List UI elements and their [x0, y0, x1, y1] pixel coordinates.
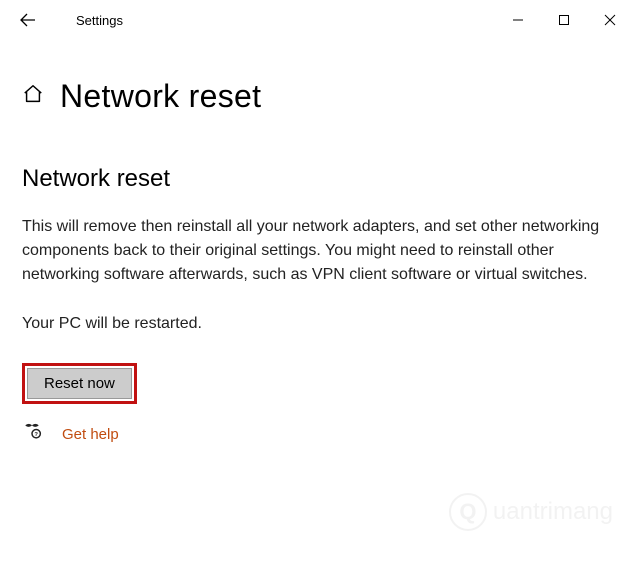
- close-icon: [604, 14, 616, 26]
- help-icon: ?: [22, 422, 42, 447]
- minimize-icon: [512, 14, 524, 26]
- reset-now-button[interactable]: Reset now: [27, 368, 132, 399]
- page-header: Network reset: [22, 78, 633, 115]
- back-button[interactable]: [8, 0, 48, 40]
- close-button[interactable]: [587, 0, 633, 40]
- minimize-button[interactable]: [495, 0, 541, 40]
- help-row: ? Get help: [22, 422, 609, 447]
- description-text: This will remove then reinstall all your…: [22, 215, 609, 287]
- maximize-icon: [558, 14, 570, 26]
- restart-note: Your PC will be restarted.: [22, 315, 609, 333]
- home-icon[interactable]: [22, 83, 44, 110]
- svg-text:?: ?: [34, 432, 38, 438]
- window-title: Settings: [76, 13, 123, 28]
- watermark-text: uantrimang: [493, 498, 613, 526]
- maximize-button[interactable]: [541, 0, 587, 40]
- titlebar: Settings: [0, 0, 633, 40]
- page-title: Network reset: [60, 78, 261, 115]
- window-controls: [495, 0, 633, 40]
- get-help-link[interactable]: Get help: [62, 426, 119, 443]
- arrow-left-icon: [19, 11, 37, 29]
- watermark-logo-icon: Q: [449, 493, 487, 531]
- content-area: Network reset This will remove then rein…: [0, 115, 633, 447]
- reset-highlight: Reset now: [22, 363, 137, 404]
- watermark: Q uantrimang: [449, 493, 613, 531]
- section-title: Network reset: [22, 165, 609, 193]
